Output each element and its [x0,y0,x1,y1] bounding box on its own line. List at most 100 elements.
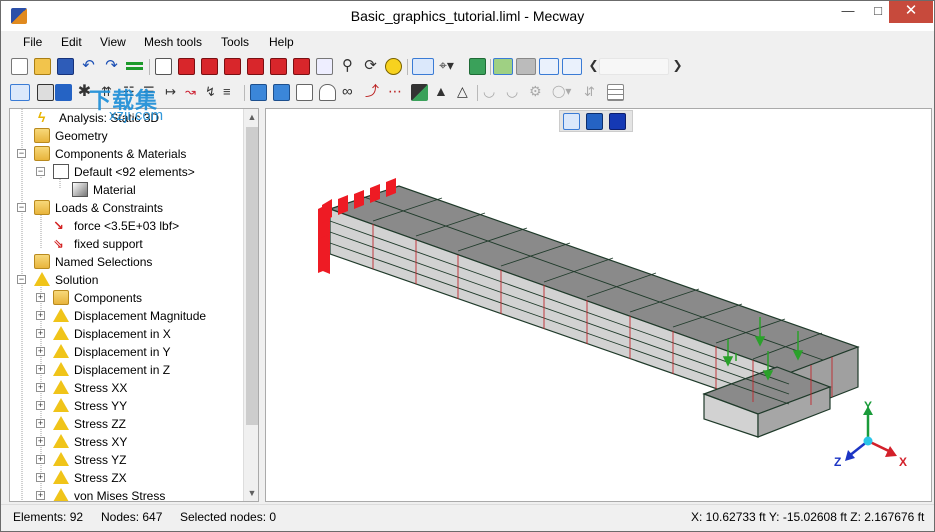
undo-icon[interactable]: ↶ [80,58,97,75]
menu-edit[interactable]: Edit [61,35,82,49]
split-node-icon[interactable]: ⤴ [365,84,382,101]
sweep-icon[interactable]: ∞ [342,84,359,101]
smooth-icon[interactable]: ◡ [483,84,500,101]
transparent-view-icon[interactable] [539,58,559,75]
extrude-icon[interactable] [296,84,313,101]
collapse-icon[interactable]: − [17,203,26,212]
tree-item[interactable]: − Loads & Constraints [10,199,242,217]
view-back-icon[interactable] [201,58,218,75]
merge-icon[interactable]: ↦ [165,84,182,101]
expand-icon[interactable]: + [36,293,45,302]
expand-icon[interactable]: + [36,383,45,392]
tree-item[interactable]: − Solution [10,271,242,289]
zoom-fit-icon[interactable] [316,58,333,75]
gear-icon[interactable]: ⚙ [529,84,546,101]
tree-item[interactable]: Geometry [10,127,242,145]
surface-icon[interactable] [469,58,486,75]
pointer-select-icon[interactable] [10,84,30,101]
fill-icon[interactable] [411,84,428,101]
minimize-button[interactable]: — [833,1,863,23]
tree-item[interactable]: + Stress XY [10,433,242,451]
tree-scrollbar[interactable]: ▲ ▼ [243,109,258,501]
refine-icon[interactable] [250,84,267,101]
equals-icon[interactable] [126,62,143,70]
scroll-right-icon[interactable]: ❯ [669,58,686,75]
expand-icon[interactable]: + [36,365,45,374]
view-top-icon[interactable] [270,58,287,75]
tree-item[interactable]: + Stress YY [10,397,242,415]
tree-item[interactable]: + Displacement Magnitude [10,307,242,325]
menu-help[interactable]: Help [269,35,294,49]
menu-view[interactable]: View [100,35,126,49]
tree-item[interactable]: ⇘ fixed support [10,235,242,253]
tree-item[interactable]: + Stress YZ [10,451,242,469]
expand-icon[interactable]: + [36,347,45,356]
tree-item[interactable]: ↘ force <3.5E+03 lbf> [10,217,242,235]
wireframe-cube-icon[interactable] [155,58,172,75]
tree-item[interactable]: + Stress ZX [10,469,242,487]
expand-icon[interactable]: + [36,491,45,500]
tree-item[interactable]: − Default <92 elements> [10,163,242,181]
expand-icon[interactable]: + [36,401,45,410]
node-select-icon[interactable]: ⌖▾ [439,58,463,75]
solid-view-icon[interactable] [516,58,536,75]
mesh-view-icon[interactable] [562,58,582,75]
open-folder-icon[interactable] [34,58,51,75]
table-icon[interactable] [607,84,624,101]
scroll-up-icon[interactable]: ▲ [244,109,258,125]
expand-icon[interactable]: + [36,473,45,482]
3d-viewport[interactable]: Y X Z [265,108,932,502]
toolbar-slider[interactable] [599,58,669,75]
save-icon[interactable] [57,58,74,75]
tree-item[interactable]: + Displacement in X [10,325,242,343]
menu-file[interactable]: File [23,35,42,49]
tree-item[interactable]: + Stress ZZ [10,415,242,433]
tree-item[interactable]: + von Mises Stress [10,487,242,501]
view-front-icon[interactable] [178,58,195,75]
connect-icon[interactable]: ⋯ [388,84,405,101]
tree-item[interactable]: + Displacement in Y [10,343,242,361]
options-dropdown-icon[interactable]: ◯▾ [552,84,576,101]
menu-tools[interactable]: Tools [221,35,249,49]
shaded-view-icon[interactable] [493,58,513,75]
expand-icon[interactable]: + [36,311,45,320]
refine-alt-icon[interactable] [273,84,290,101]
expand-icon[interactable]: + [36,437,45,446]
tree-item[interactable]: + Displacement in Z [10,361,242,379]
pan-icon[interactable] [385,58,402,75]
model-tree[interactable]: ϟ Analysis: Static 3D Geometry − Components … [9,108,259,502]
new-file-icon[interactable] [11,58,28,75]
tree-item[interactable]: − Components & Materials [10,145,242,163]
triangle-outline-icon[interactable]: △ [457,84,474,101]
list-icon[interactable]: ≡ [223,84,240,101]
tree-item[interactable]: + Stress XX [10,379,242,397]
triangle-fill-icon[interactable]: ▲ [434,84,451,101]
smooth-alt-icon[interactable]: ◡ [506,84,523,101]
expand-icon[interactable]: + [36,419,45,428]
split-icon[interactable]: ↝ [185,84,202,101]
collapse-icon[interactable]: − [17,149,26,158]
scroll-down-icon[interactable]: ▼ [244,485,258,501]
expand-icon[interactable]: + [36,455,45,464]
select-node-icon[interactable] [37,84,54,101]
tree-scroll-thumb[interactable] [246,127,258,425]
orient-icon[interactable]: ↯ [205,84,222,101]
select-mode-icon[interactable] [412,58,434,75]
tree-item[interactable]: + Components [10,289,242,307]
view-right-icon[interactable] [247,58,264,75]
view-bottom-icon[interactable] [293,58,310,75]
redo-icon[interactable]: ↷ [103,58,120,75]
menu-mesh-tools[interactable]: Mesh tools [144,35,202,49]
collapse-icon[interactable]: − [36,167,45,176]
expand-icon[interactable]: + [36,329,45,338]
collapse-icon[interactable]: − [17,275,26,284]
rotate-icon[interactable]: ⟳ [362,58,379,75]
tree-item[interactable]: Named Selections [10,253,242,271]
revolve-icon[interactable] [319,84,336,101]
sort-icon[interactable]: ⇵ [584,84,601,101]
zoom-icon[interactable]: ⚲ [339,58,356,75]
close-button[interactable]: ✕ [889,1,933,23]
view-left-icon[interactable] [224,58,241,75]
tree-item[interactable]: Material [10,181,242,199]
select-element-icon[interactable] [55,84,72,101]
